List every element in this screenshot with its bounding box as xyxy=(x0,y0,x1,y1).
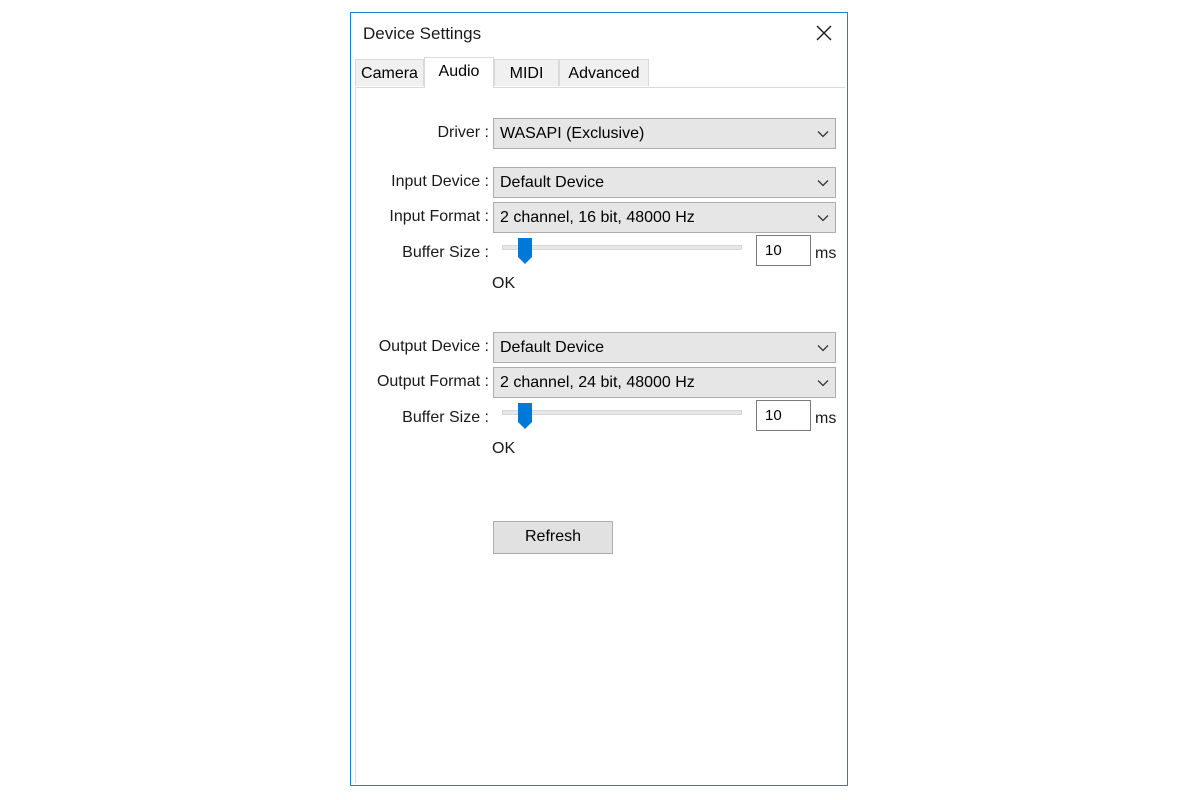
close-button[interactable] xyxy=(801,13,847,53)
slider-track xyxy=(502,410,742,415)
slider-thumb[interactable] xyxy=(518,403,532,429)
input-buffer-slider[interactable] xyxy=(502,238,742,268)
close-icon xyxy=(816,25,832,41)
device-settings-window: Device Settings Camera Audio MIDI Advanc… xyxy=(350,12,848,786)
tab-strip: Camera Audio MIDI Advanced xyxy=(355,57,835,88)
input-buffer-unit: ms xyxy=(815,245,837,262)
output-buffer-unit: ms xyxy=(815,410,837,427)
input-device-value: Default Device xyxy=(500,174,605,191)
output-format-label: Output Format : xyxy=(376,373,489,390)
input-format-value: 2 channel, 16 bit, 48000 Hz xyxy=(500,209,695,226)
input-format-label: Input Format : xyxy=(389,208,489,225)
window-title: Device Settings xyxy=(363,24,482,43)
output-format-value: 2 channel, 24 bit, 48000 Hz xyxy=(500,374,695,391)
chevron-down-icon xyxy=(817,131,829,138)
output-buffer-size-field[interactable] xyxy=(756,400,811,431)
slider-thumb[interactable] xyxy=(518,238,532,264)
input-buffer-status: OK xyxy=(492,275,516,292)
driver-label: Driver : xyxy=(437,124,489,141)
tab-midi[interactable]: MIDI xyxy=(494,59,559,86)
driver-dropdown[interactable]: WASAPI (Exclusive) xyxy=(493,118,836,149)
input-device-label: Input Device : xyxy=(391,173,489,190)
chevron-down-icon xyxy=(817,380,829,387)
driver-value: WASAPI (Exclusive) xyxy=(500,125,645,142)
input-buffer-size-field[interactable] xyxy=(756,235,811,266)
tab-advanced[interactable]: Advanced xyxy=(559,59,649,86)
title-bar: Device Settings xyxy=(351,13,847,57)
chevron-down-icon xyxy=(817,180,829,187)
input-format-dropdown[interactable]: 2 channel, 16 bit, 48000 Hz xyxy=(493,202,836,233)
chevron-down-icon xyxy=(817,345,829,352)
tab-audio[interactable]: Audio xyxy=(424,57,494,88)
refresh-button[interactable]: Refresh xyxy=(493,521,613,554)
input-buffer-label: Buffer Size : xyxy=(402,244,489,261)
audio-tab-panel: Driver : WASAPI (Exclusive) Input Device… xyxy=(355,87,845,783)
output-buffer-status: OK xyxy=(492,440,516,457)
output-buffer-label: Buffer Size : xyxy=(402,409,489,426)
output-device-value: Default Device xyxy=(500,339,605,356)
slider-track xyxy=(502,245,742,250)
output-device-label: Output Device : xyxy=(378,338,489,355)
tab-camera[interactable]: Camera xyxy=(355,59,424,86)
output-format-dropdown[interactable]: 2 channel, 24 bit, 48000 Hz xyxy=(493,367,836,398)
output-buffer-slider[interactable] xyxy=(502,403,742,433)
output-device-dropdown[interactable]: Default Device xyxy=(493,332,836,363)
chevron-down-icon xyxy=(817,215,829,222)
input-device-dropdown[interactable]: Default Device xyxy=(493,167,836,198)
